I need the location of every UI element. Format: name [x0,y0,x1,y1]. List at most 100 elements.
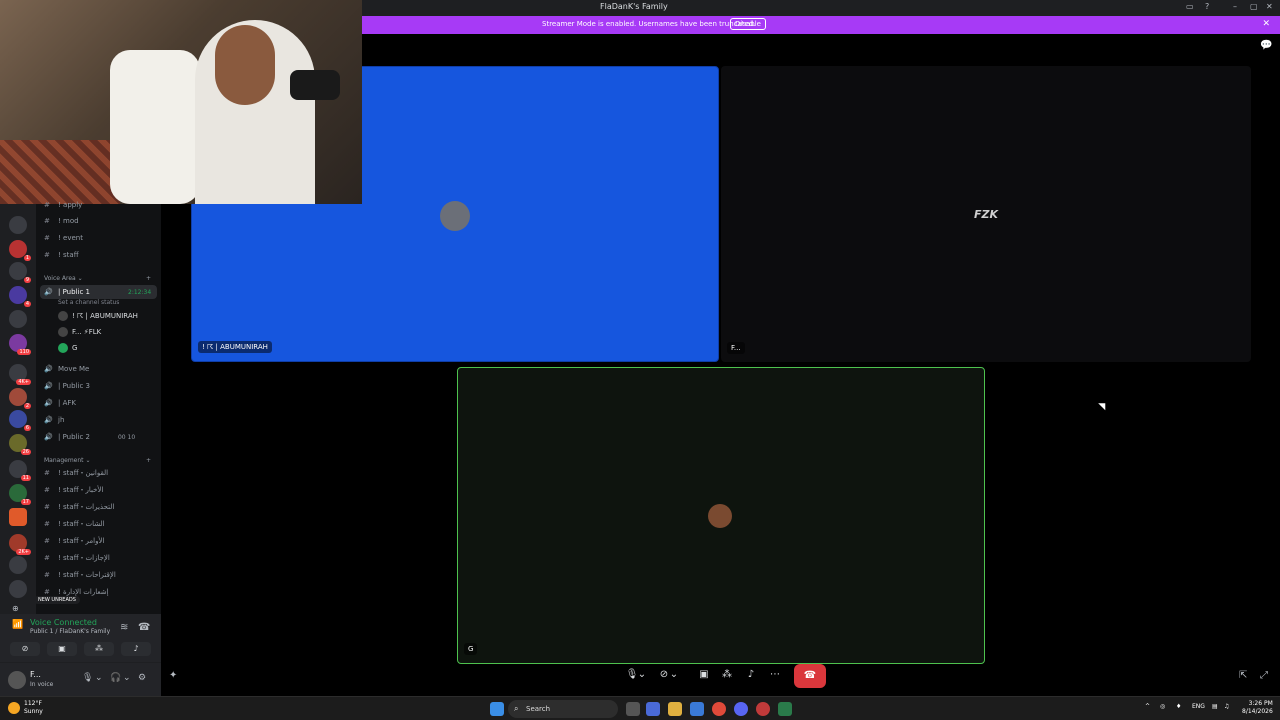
minimize-button[interactable]: – [1233,2,1237,11]
discord-icon[interactable] [734,702,748,716]
store-icon[interactable] [690,702,704,716]
channel-staff-vacations[interactable]: #! staff・الإجازات [44,551,110,565]
channel-staff-chat[interactable]: #! staff・الشات [44,517,105,531]
new-unreads-pill[interactable]: NEW UNREADS [34,596,80,604]
server-icon[interactable] [9,216,27,234]
server-icon[interactable] [9,310,27,328]
channel-staff-suggestions[interactable]: #! staff・الإقتراحات [44,568,116,582]
chevron-down-icon[interactable]: ⌄ [123,673,131,683]
voice-member[interactable]: ! ☈ | ABUMUNIRAH [58,310,138,322]
voice-channel-public-3[interactable]: 🔊 | Public 3 [44,379,90,393]
noise-suppression-icon[interactable]: ≋ [120,622,128,633]
close-banner-icon[interactable]: ✕ [1262,19,1270,29]
channel-staff-commands[interactable]: #! staff・الأوامر [44,534,104,548]
server-icon[interactable]: 11 [9,460,31,481]
app-icon[interactable] [756,702,770,716]
chevron-up-icon[interactable]: ^ [1145,703,1150,710]
screen-share-icon[interactable]: ▣ [693,664,715,686]
file-explorer-icon[interactable] [668,702,682,716]
server-icon[interactable]: 110 [9,334,31,355]
taskbar-search[interactable]: ⌕ Search [508,700,618,718]
channel-staff-warnings[interactable]: #! staff・التحذيرات [44,500,114,514]
speaker-icon: 🔊 [44,382,53,390]
voice-channel-move-me[interactable]: 🔊 Move Me [44,362,89,376]
voice-channel-afk[interactable]: 🔊 | AFK [44,396,76,410]
add-channel-icon[interactable]: + [146,457,151,464]
disconnect-button[interactable]: ☎ [794,664,826,688]
camera-button[interactable]: ⊘ [10,642,40,656]
tray-app-icon[interactable]: ◎ [1160,703,1165,710]
channel-staff[interactable]: #! staff [44,248,79,262]
maximize-button[interactable]: ▢ [1250,2,1258,11]
server-icon[interactable]: 1 [9,240,31,261]
microphone-image [290,70,340,100]
hash-icon: # [44,217,50,225]
activity-button[interactable]: ⁂ [84,642,114,656]
settings-gear-icon[interactable]: ⚙ [138,673,146,683]
activities-icon[interactable]: ⁂ [716,664,738,686]
video-tile-g[interactable]: G [457,367,985,664]
soundboard-icon[interactable]: ♪ [740,664,762,686]
chat-icon[interactable]: 💬 [1260,40,1272,51]
microphone-icon[interactable]: 🎙 [82,673,93,683]
voice-location[interactable]: Public 1 / FlaDanK's Family [30,628,110,635]
disable-streamer-mode-button[interactable]: Disable [730,18,766,30]
channel-staff-rules[interactable]: #! staff・القوانين [44,466,108,480]
weather-widget[interactable]: 112°F Sunny [24,700,43,716]
soundboard-button[interactable]: ♪ [121,642,151,656]
disconnect-icon[interactable]: ☎ [138,622,150,633]
close-window-button[interactable]: ✕ [1266,2,1273,11]
server-icon[interactable]: 4 [9,286,31,307]
voice-member[interactable]: F... ⚡FLK [58,326,101,338]
server-icon[interactable] [9,580,27,598]
server-icon[interactable]: 2 [9,388,31,409]
channel-mod[interactable]: #! mod [44,214,79,228]
popout-icon[interactable]: ⇱ [1239,670,1247,681]
more-options-icon[interactable]: ⋯ [764,664,786,686]
language-indicator[interactable]: ENG [1192,703,1205,710]
server-icon[interactable]: 17 [9,484,31,505]
speaker-icon: 🔊 [44,416,53,424]
headphones-icon[interactable]: 🎧 [110,673,121,683]
copilot-icon[interactable] [646,702,660,716]
category-voice-area[interactable]: Voice Area ⌄ + [44,275,151,282]
chevron-down-icon[interactable]: ⌄ [637,664,647,686]
signal-icon[interactable]: 📶 [12,620,23,630]
chevron-down-icon[interactable]: ⌄ [669,664,679,686]
volume-icon[interactable]: ♫ [1224,703,1229,710]
activity-icon[interactable]: ✦ [169,670,177,681]
server-icon[interactable] [9,508,27,526]
inbox-icon[interactable]: ▭ [1186,2,1194,11]
tray-app-icon[interactable]: ♦ [1176,703,1181,710]
voice-channel-jh[interactable]: 🔊 jh [44,413,64,427]
server-icon[interactable]: 4K+ [9,364,31,385]
chevron-down-icon[interactable]: ⌄ [95,673,103,683]
task-view-icon[interactable] [626,702,640,716]
voice-member[interactable]: G [58,342,77,354]
app-icon[interactable] [778,702,792,716]
add-channel-icon[interactable]: + [146,275,151,282]
channel-status[interactable]: Set a channel status [58,299,119,306]
channel-staff-news[interactable]: #! staff・الأخبار [44,483,103,497]
sun-icon[interactable] [8,702,20,714]
server-icon[interactable]: 6 [9,410,31,431]
fullscreen-icon[interactable]: ⤢ [1260,670,1268,681]
server-icon[interactable]: 9 [9,262,31,283]
server-icon[interactable]: 26 [9,434,31,455]
banner-message: Streamer Mode is enabled. Usernames have… [542,20,756,28]
voice-channel-public-2[interactable]: 🔊 | Public 2 00 10 [44,430,135,444]
avatar[interactable] [8,671,26,689]
channel-apply[interactable]: #! apply [44,198,82,212]
chrome-icon[interactable] [712,702,726,716]
clock[interactable]: 3:26 PM 8/14/2026 [1242,700,1273,716]
screen-share-button[interactable]: ▣ [47,642,77,656]
help-icon[interactable]: ? [1205,2,1209,11]
video-tile-f[interactable]: FZK F... [721,66,1251,362]
network-icon[interactable]: ▤ [1212,703,1218,710]
server-icon[interactable]: 2K+ [9,534,31,555]
windows-start-icon[interactable] [490,702,504,716]
category-management[interactable]: Management ⌄ + [44,457,151,464]
add-server-icon[interactable]: ⊕ [12,604,19,613]
channel-event[interactable]: #! event [44,231,83,245]
server-icon[interactable] [9,556,27,574]
